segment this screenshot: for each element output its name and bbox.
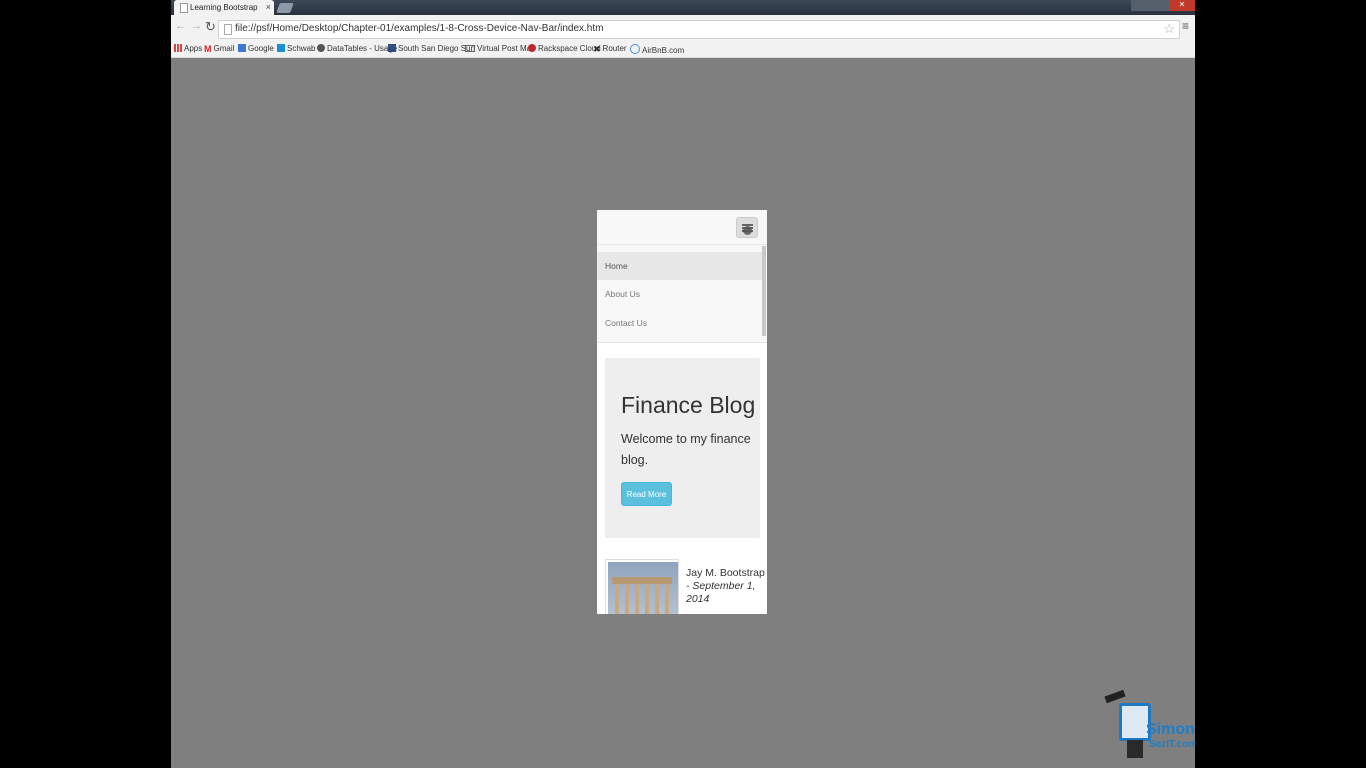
tab-title: Learning Bootstrap xyxy=(190,3,258,12)
bookmark-surf[interactable]: South San Diego Surf xyxy=(388,44,475,53)
temple-column xyxy=(665,584,669,614)
logo-name: Simon xyxy=(1146,721,1195,738)
bookmark-gmail[interactable]: M Gmail xyxy=(204,44,234,54)
minimize-button[interactable] xyxy=(1131,0,1150,11)
post-date: - September 1, 2014 xyxy=(686,580,756,605)
bookmark-star-icon[interactable]: ☆ xyxy=(1163,21,1175,37)
rackspace-icon xyxy=(528,44,536,52)
tab-close-icon[interactable]: × xyxy=(266,0,271,15)
bookmark-apps[interactable]: Apps xyxy=(174,44,202,53)
new-tab-button[interactable] xyxy=(276,3,294,13)
url-text[interactable]: file://psf/Home/Desktop/Chapter-01/examp… xyxy=(235,23,603,34)
datatables-icon xyxy=(317,44,325,52)
address-bar[interactable]: file://psf/Home/Desktop/Chapter-01/examp… xyxy=(218,20,1180,39)
temple-column xyxy=(655,584,659,614)
read-more-button[interactable]: Read More xyxy=(621,482,672,506)
page-icon xyxy=(224,24,232,35)
mobile-viewport: Home About Us Contact Us Finance Blog We… xyxy=(597,210,767,614)
bookmark-datatables[interactable]: DataTables - Usage xyxy=(317,44,397,53)
browser-toolbar: ← → ↻ file://psf/Home/Desktop/Chapter-01… xyxy=(171,15,1195,41)
menu-scrollbar[interactable] xyxy=(762,246,766,336)
back-arrow-icon[interactable]: ← xyxy=(175,20,186,32)
navbar-header xyxy=(597,210,767,245)
temple-column xyxy=(645,584,649,614)
simonsezit-logo: Simon SezIT.com xyxy=(1101,685,1195,765)
google-icon xyxy=(238,44,246,52)
screen: Learning Bootstrap × ✕ ← → ↻ file://psf/… xyxy=(171,0,1195,768)
post-thumbnail-image xyxy=(605,559,679,614)
post-author: Jay M. Bootstrap xyxy=(686,567,765,579)
monitor-stand xyxy=(1127,740,1143,758)
reload-icon[interactable]: ↻ xyxy=(205,19,216,35)
menu-icon[interactable]: ≡ xyxy=(1182,20,1189,32)
temple-column xyxy=(615,584,619,614)
jumbotron-title: Finance Blog xyxy=(621,392,756,418)
post-byline: Jay M. Bootstrap - September 1, 2014 xyxy=(686,567,766,606)
window-controls: ✕ xyxy=(1131,0,1195,11)
schwab-icon xyxy=(277,44,285,52)
bookmark-google[interactable]: Google xyxy=(238,44,274,53)
tab-strip: Learning Bootstrap × ✕ xyxy=(171,0,1195,15)
bookmarks-bar: Apps M Gmail Google Schwab DataTables - U… xyxy=(171,41,1195,58)
maximize-button[interactable] xyxy=(1150,0,1169,11)
jumbotron: Finance Blog Welcome to my finance blog.… xyxy=(605,358,760,538)
airbnb-icon xyxy=(630,44,640,54)
mouse-cursor xyxy=(743,226,752,235)
bookmark-rackspace[interactable]: Rackspace Cloud xyxy=(528,44,601,53)
nav-item-about-us[interactable]: About Us xyxy=(597,280,762,308)
nav-item-home[interactable]: Home xyxy=(597,252,762,280)
mail-icon xyxy=(465,45,475,52)
forward-arrow-icon[interactable]: → xyxy=(191,20,202,32)
router-icon: ✖ xyxy=(593,44,601,54)
close-window-button[interactable]: ✕ xyxy=(1169,0,1195,11)
gmail-icon: M xyxy=(204,44,212,54)
navbar-collapse-menu: Home About Us Contact Us xyxy=(597,245,767,343)
document-icon xyxy=(180,3,188,13)
apps-grid-icon xyxy=(174,44,182,52)
bookmark-virtual-post-mail[interactable]: Virtual Post Mail xyxy=(465,44,535,53)
temple-roof xyxy=(612,577,672,584)
bookmark-schwab[interactable]: Schwab xyxy=(277,44,315,53)
temple-column xyxy=(625,584,629,614)
surf-icon xyxy=(388,44,396,52)
browser-tab[interactable]: Learning Bootstrap × xyxy=(174,0,274,15)
graduation-cap-icon xyxy=(1104,689,1126,704)
bookmark-airbnb[interactable]: AirBnB.com xyxy=(630,44,684,55)
jumbotron-text: Welcome to my finance blog. xyxy=(621,432,751,467)
logo-domain: SezIT.com xyxy=(1149,739,1195,750)
bookmark-router[interactable]: ✖ Router xyxy=(593,44,627,54)
nav-item-contact-us[interactable]: Contact Us xyxy=(597,309,762,337)
temple-column xyxy=(635,584,639,614)
